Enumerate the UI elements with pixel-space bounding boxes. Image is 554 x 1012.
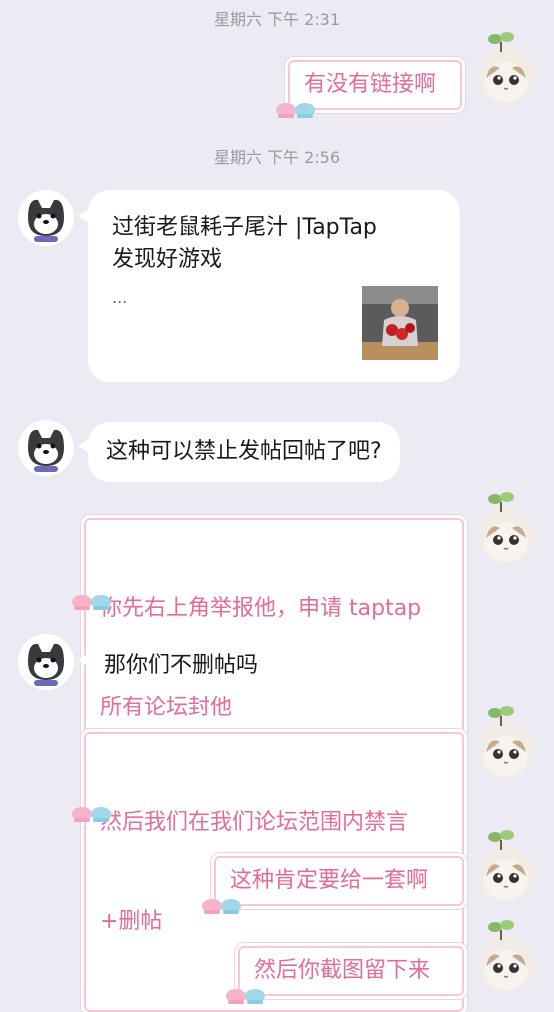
- message-bubble-self[interactable]: 这种肯定要给一套啊: [214, 856, 464, 906]
- cat-avatar-icon[interactable]: [478, 936, 534, 992]
- message-text-line2: +删帖: [100, 909, 163, 934]
- link-card-thumbnail: [362, 286, 438, 360]
- husky-avatar-icon[interactable]: [18, 420, 74, 476]
- link-card-title-line2: 发现好游戏: [112, 247, 223, 272]
- link-card[interactable]: 过街老鼠耗子尾汁 |TapTap 发现好游戏 ...: [88, 190, 460, 382]
- teacups-icon: [276, 103, 315, 118]
- sprout-icon: [488, 492, 514, 512]
- teacups-icon: [226, 989, 265, 1004]
- timestamp: 星期六 下午 2:31: [213, 10, 341, 29]
- sprout-icon: [488, 920, 514, 940]
- link-card-title-line1: 过街老鼠耗子尾汁 |TapTap: [112, 215, 377, 240]
- message-bubble-self[interactable]: 然后你截图留下来: [238, 946, 464, 996]
- teacups-icon: [72, 595, 111, 610]
- cat-avatar-icon[interactable]: [478, 508, 534, 564]
- cat-avatar-icon[interactable]: [478, 846, 534, 902]
- husky-avatar-icon[interactable]: [18, 634, 74, 690]
- message-text: 这种肯定要给一套啊: [230, 868, 429, 893]
- teacups-icon: [72, 807, 111, 822]
- link-card-description: ...: [112, 288, 128, 307]
- sprout-icon: [488, 830, 514, 850]
- message-text: 这种可以禁止发帖回帖了吧?: [106, 439, 382, 464]
- message-text-line1: 你先右上角举报他，申请 taptap: [100, 596, 422, 621]
- message-bubble-other[interactable]: 这种可以禁止发帖回帖了吧?: [88, 422, 400, 482]
- timestamp: 星期六 下午 2:56: [213, 148, 341, 167]
- husky-avatar-icon[interactable]: [18, 190, 74, 246]
- sprout-icon: [488, 706, 514, 726]
- message-bubble-other[interactable]: 那你们不删帖吗: [88, 636, 275, 696]
- message-text: 那你们不删帖吗: [104, 653, 259, 678]
- cat-avatar-icon[interactable]: [478, 722, 534, 778]
- message-text-line1: 然后我们在我们论坛范围内禁言: [100, 810, 409, 835]
- teacups-icon: [202, 899, 241, 914]
- message-text: 然后你截图留下来: [254, 958, 431, 983]
- cat-avatar-icon[interactable]: [478, 48, 534, 104]
- sprout-icon: [488, 32, 514, 52]
